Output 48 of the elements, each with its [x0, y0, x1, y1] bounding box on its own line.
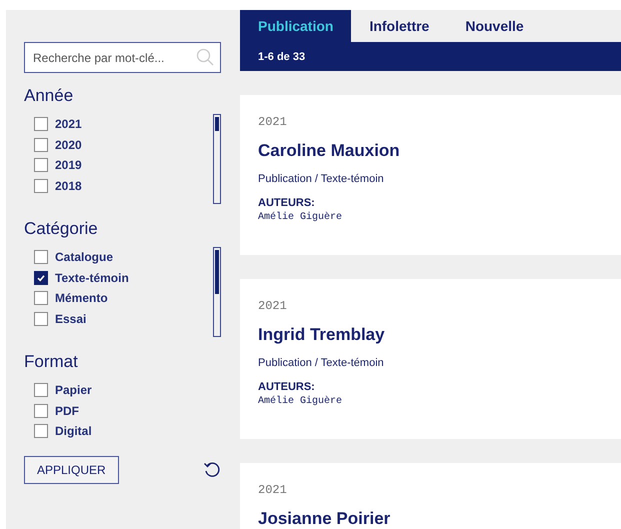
tab[interactable]: Nouvelle [447, 10, 542, 42]
result-category: Publication / Texte-témoin [258, 357, 385, 369]
result-year: 2021 [258, 115, 288, 129]
authors-label: AUTEURS: [258, 197, 316, 209]
checkbox[interactable] [34, 383, 48, 398]
scrollbar[interactable] [213, 247, 221, 337]
checkbox[interactable] [34, 117, 48, 132]
checkbox-label[interactable]: 2018 [55, 178, 82, 193]
filter-heading: Format [24, 352, 79, 372]
checkbox-label[interactable]: Papier [55, 383, 92, 398]
checkbox[interactable] [34, 404, 48, 418]
checkbox[interactable] [34, 291, 48, 306]
result-year: 2021 [258, 299, 288, 313]
checkmark-icon [36, 272, 46, 283]
author-name: Amélie Giguère [258, 396, 344, 407]
tab[interactable]: Infolettre [351, 10, 448, 42]
checkbox-label[interactable]: 2019 [55, 158, 82, 172]
checkbox-label[interactable]: Essai [55, 312, 86, 326]
author-name: Amélie Giguère [258, 212, 344, 223]
scrollbar[interactable] [213, 114, 221, 204]
search-field[interactable]: Recherche par mot-clé... [24, 42, 221, 73]
tab[interactable]: Publication [240, 10, 352, 42]
result-category: Publication / Texte-témoin [258, 173, 385, 185]
result-title[interactable]: Josianne Poirier [258, 509, 603, 529]
checkbox-label[interactable]: Texte-témoin [55, 270, 129, 285]
authors-label: AUTEURS: [258, 381, 316, 393]
checkbox-label[interactable]: Catalogue [55, 250, 114, 264]
checkbox-label[interactable]: Mémento [55, 291, 108, 306]
checkbox[interactable] [34, 424, 48, 438]
checkbox[interactable] [34, 138, 48, 152]
reset-icon[interactable] [203, 460, 221, 478]
filter-heading: Année [24, 86, 74, 106]
result-count: 1-6 de 33 [258, 50, 306, 62]
search-icon [196, 48, 214, 66]
checkbox-label[interactable]: Digital [55, 424, 92, 438]
checkbox[interactable] [34, 270, 48, 285]
checkbox-label[interactable]: 2021 [55, 117, 82, 132]
apply-button[interactable]: APPLIQUER [24, 456, 119, 484]
checkbox[interactable] [34, 158, 48, 172]
checkbox[interactable] [34, 250, 48, 264]
result-year: 2021 [258, 483, 288, 497]
filter-heading: Catégorie [24, 219, 99, 239]
checkbox[interactable] [34, 178, 48, 193]
checkbox-label[interactable]: PDF [55, 404, 79, 418]
checkbox-label[interactable]: 2020 [55, 138, 82, 152]
result-title[interactable]: Caroline Mauxion [258, 141, 603, 161]
checkbox[interactable] [34, 312, 48, 326]
result-title[interactable]: Ingrid Tremblay [258, 325, 603, 345]
